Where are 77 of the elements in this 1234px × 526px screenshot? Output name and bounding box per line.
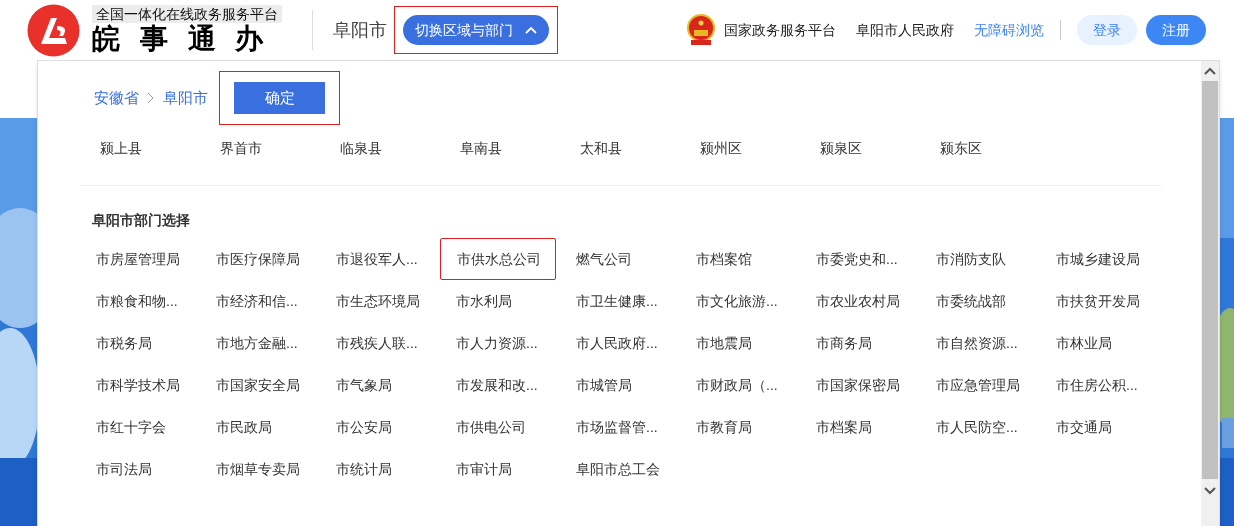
district-item[interactable]: 临泉县: [320, 133, 440, 163]
department-item[interactable]: 市地方金融...: [200, 322, 316, 364]
department-item[interactable]: 市统计局: [320, 448, 436, 490]
district-item[interactable]: 阜南县: [440, 133, 560, 163]
department-item[interactable]: 市人民防空...: [920, 406, 1036, 448]
department-item[interactable]: 市农业农村局: [800, 280, 916, 322]
department-item[interactable]: 市残疾人联...: [320, 322, 436, 364]
department-item[interactable]: 市场监督管...: [560, 406, 676, 448]
department-item[interactable]: 市人力资源...: [440, 322, 556, 364]
department-item[interactable]: 市司法局: [80, 448, 196, 490]
department-item[interactable]: 燃气公司: [560, 238, 676, 280]
district-item[interactable]: 界首市: [200, 133, 320, 163]
district-item[interactable]: 颍泉区: [800, 133, 920, 163]
district-item[interactable]: 颍州区: [680, 133, 800, 163]
platform-tagline: 全国一体化在线政务服务平台: [92, 5, 282, 23]
department-item[interactable]: 市人民政府...: [560, 322, 676, 364]
platform-link[interactable]: 国家政务服务平台: [724, 19, 836, 41]
confirm-button[interactable]: 确定: [234, 82, 325, 114]
logo-icon: [27, 3, 80, 57]
department-item[interactable]: 阜阳市总工会: [560, 448, 676, 490]
department-item[interactable]: 市扶贫开发局: [1040, 280, 1156, 322]
department-item[interactable]: 市委统战部: [920, 280, 1036, 322]
scroll-up-icon[interactable]: [1204, 67, 1216, 75]
department-item[interactable]: 市房屋管理局: [80, 238, 196, 280]
department-item[interactable]: 市生态环境局: [320, 280, 436, 322]
emblem-icon: [686, 13, 716, 47]
brand-title: 皖 事 通 办: [92, 23, 271, 55]
department-item[interactable]: 市税务局: [80, 322, 196, 364]
department-item[interactable]: 市教育局: [680, 406, 796, 448]
department-item[interactable]: 市档案馆: [680, 238, 796, 280]
department-item[interactable]: 市粮食和物...: [80, 280, 196, 322]
department-item[interactable]: 市商务局: [800, 322, 916, 364]
department-item[interactable]: 市水利局: [440, 280, 556, 322]
department-item[interactable]: 市交通局: [1040, 406, 1156, 448]
department-item[interactable]: 市气象局: [320, 364, 436, 406]
department-item[interactable]: 市自然资源...: [920, 322, 1036, 364]
department-item[interactable]: 市委党史和...: [800, 238, 916, 280]
department-item[interactable]: 市医疗保障局: [200, 238, 316, 280]
department-item[interactable]: 市国家保密局: [800, 364, 916, 406]
district-item[interactable]: 颍东区: [920, 133, 1040, 163]
department-item[interactable]: 市住房公积...: [1040, 364, 1156, 406]
government-link[interactable]: 阜阳市人民政府: [856, 19, 954, 41]
department-item[interactable]: 市地震局: [680, 322, 796, 364]
chevron-icon: [147, 92, 155, 104]
breadcrumb-link[interactable]: 安徽省: [94, 86, 139, 110]
breadcrumb-link[interactable]: 阜阳市: [163, 86, 208, 110]
department-item[interactable]: 市红十字会: [80, 406, 196, 448]
department-item[interactable]: 市消防支队: [920, 238, 1036, 280]
department-item[interactable]: 市卫生健康...: [560, 280, 676, 322]
department-item[interactable]: 市城管局: [560, 364, 676, 406]
department-item[interactable]: 市供水总公司: [440, 238, 556, 280]
department-item[interactable]: 市城乡建设局: [1040, 238, 1156, 280]
department-item[interactable]: 市财政局（...: [680, 364, 796, 406]
scroll-down-icon[interactable]: [1204, 487, 1216, 495]
caret-icon: [525, 26, 537, 34]
district-item[interactable]: 太和县: [560, 133, 680, 163]
department-item[interactable]: 市烟草专卖局: [200, 448, 316, 490]
register-button[interactable]: 注册: [1146, 15, 1206, 45]
department-item[interactable]: 市经济和信...: [200, 280, 316, 322]
current-city: 阜阳市: [333, 18, 387, 42]
department-item[interactable]: 市公安局: [320, 406, 436, 448]
department-item[interactable]: 市国家安全局: [200, 364, 316, 406]
switch-region-button[interactable]: 切换区域与部门: [403, 15, 549, 45]
department-section-title: 阜阳市部门选择: [92, 212, 190, 228]
department-item[interactable]: 市供电公司: [440, 406, 556, 448]
scrollbar[interactable]: [1201, 61, 1219, 526]
department-item[interactable]: 市文化旅游...: [680, 280, 796, 322]
department-item[interactable]: 市档案局: [800, 406, 916, 448]
department-item[interactable]: 市林业局: [1040, 322, 1156, 364]
accessibility-link[interactable]: 无障碍浏览: [974, 19, 1044, 41]
department-item[interactable]: 市应急管理局: [920, 364, 1036, 406]
district-item[interactable]: 颍上县: [80, 133, 200, 163]
department-item[interactable]: 市科学技术局: [80, 364, 196, 406]
department-item[interactable]: 市发展和改...: [440, 364, 556, 406]
department-item[interactable]: 市退役军人...: [320, 238, 436, 280]
department-item[interactable]: 市民政局: [200, 406, 316, 448]
department-item[interactable]: 市审计局: [440, 448, 556, 490]
